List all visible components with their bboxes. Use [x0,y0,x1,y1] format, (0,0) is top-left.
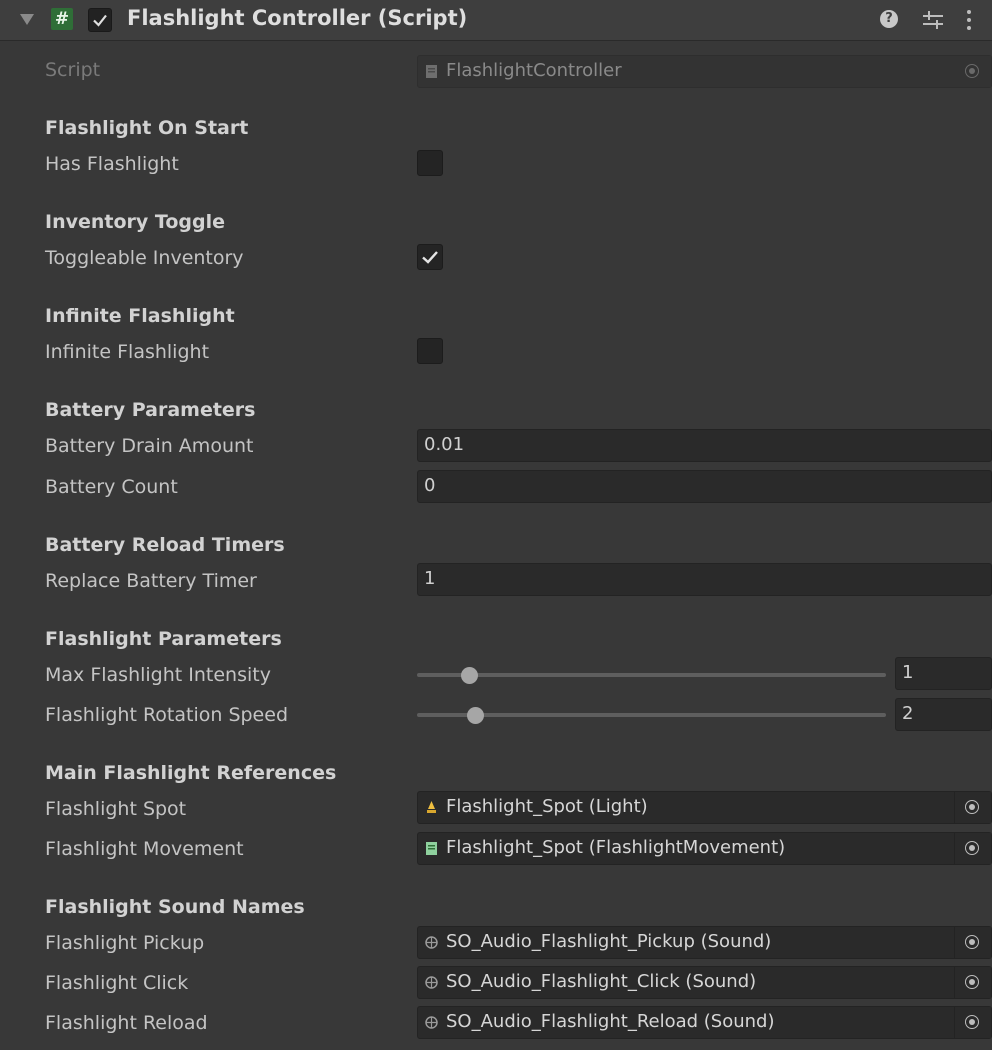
script-field: FlashlightController [417,55,992,88]
flashlight-reload-label: Flashlight Reload [45,1012,208,1034]
flashlight-reload-value: SO_Audio_Flashlight_Reload (Sound) [446,1011,775,1032]
component-title: Flashlight Controller (Script) [127,6,468,30]
flashlight-reload-field[interactable]: SO_Audio_Flashlight_Reload (Sound) [417,1006,992,1039]
rotation-speed-label: Flashlight Rotation Speed [45,704,289,726]
checkmark-icon [93,14,107,27]
battery-drain-value: 0.01 [424,434,465,455]
section-heading-sounds: Flashlight Sound Names [45,896,305,918]
has-flashlight-label: Has Flashlight [45,153,179,175]
battery-drain-field[interactable]: 0.01 [417,429,992,462]
target-circle-icon [965,800,979,814]
light-bulb-icon [427,801,436,813]
section-heading-params: Flashlight Parameters [45,628,282,650]
script-hash-icon: # [51,8,73,30]
component-enabled-checkbox[interactable] [88,8,112,32]
infinite-flashlight-label: Infinite Flashlight [45,341,210,363]
scriptable-object-icon [425,936,438,949]
replace-battery-value: 1 [424,568,436,589]
max-intensity-label: Max Flashlight Intensity [45,664,271,686]
checkmark-icon [422,251,438,264]
component-header[interactable]: # Flashlight Controller (Script) ? [0,0,992,41]
target-circle-icon [965,1015,979,1029]
section-heading-battery: Battery Parameters [45,399,256,421]
flashlight-click-field[interactable]: SO_Audio_Flashlight_Click (Sound) [417,966,992,999]
flashlight-click-value: SO_Audio_Flashlight_Click (Sound) [446,971,757,992]
flashlight-movement-field[interactable]: Flashlight_Spot (FlashlightMovement) [417,832,992,865]
target-circle-icon [965,841,979,855]
script-file-icon [426,842,437,855]
section-heading-inventory: Inventory Toggle [45,211,225,233]
infinite-flashlight-checkbox[interactable] [417,338,443,364]
object-picker-button [955,56,991,87]
rotation-speed-field[interactable]: 2 [895,698,992,731]
replace-battery-field[interactable]: 1 [417,563,992,596]
sliders-icon[interactable] [922,10,944,30]
max-intensity-value: 1 [902,662,914,683]
target-circle-icon [965,975,979,989]
section-heading-reload: Battery Reload Timers [45,534,285,556]
script-file-icon [426,65,437,78]
battery-count-field[interactable]: 0 [417,470,992,503]
section-heading-on-start: Flashlight On Start [45,117,249,139]
flashlight-click-label: Flashlight Click [45,972,189,994]
object-picker-button[interactable] [954,927,991,958]
scriptable-object-icon [425,1016,438,1029]
toggleable-inventory-checkbox[interactable] [417,244,443,270]
script-value: FlashlightController [446,60,622,81]
max-intensity-field[interactable]: 1 [895,657,992,690]
flashlight-movement-label: Flashlight Movement [45,838,244,860]
kebab-menu-icon[interactable] [966,9,972,31]
toggleable-inventory-label: Toggleable Inventory [45,247,244,269]
battery-count-label: Battery Count [45,476,178,498]
rotation-speed-slider[interactable] [417,713,886,717]
flashlight-movement-value: Flashlight_Spot (FlashlightMovement) [446,837,786,858]
flashlight-spot-label: Flashlight Spot [45,798,187,820]
question-circle-icon[interactable]: ? [880,10,898,28]
section-heading-references: Main Flashlight References [45,762,337,784]
flashlight-pickup-field[interactable]: SO_Audio_Flashlight_Pickup (Sound) [417,926,992,959]
object-picker-button[interactable] [954,967,991,998]
object-picker-button[interactable] [954,833,991,864]
triangle-down-icon[interactable] [20,14,34,25]
target-circle-icon [965,935,979,949]
flashlight-spot-value: Flashlight_Spot (Light) [446,796,648,817]
flashlight-spot-field[interactable]: Flashlight_Spot (Light) [417,791,992,824]
battery-count-value: 0 [424,475,436,496]
script-label: Script [45,59,101,81]
rotation-speed-slider-thumb[interactable] [467,707,484,724]
target-circle-icon [965,64,979,78]
flashlight-pickup-value: SO_Audio_Flashlight_Pickup (Sound) [446,931,772,952]
rotation-speed-value: 2 [902,703,914,724]
battery-drain-label: Battery Drain Amount [45,435,254,457]
object-picker-button[interactable] [954,792,991,823]
section-heading-infinite: Infinite Flashlight [45,305,235,327]
has-flashlight-checkbox[interactable] [417,150,443,176]
replace-battery-label: Replace Battery Timer [45,570,257,592]
max-intensity-slider-thumb[interactable] [461,667,478,684]
flashlight-pickup-label: Flashlight Pickup [45,932,205,954]
object-picker-button[interactable] [954,1007,991,1038]
scriptable-object-icon [425,976,438,989]
max-intensity-slider[interactable] [417,673,886,677]
